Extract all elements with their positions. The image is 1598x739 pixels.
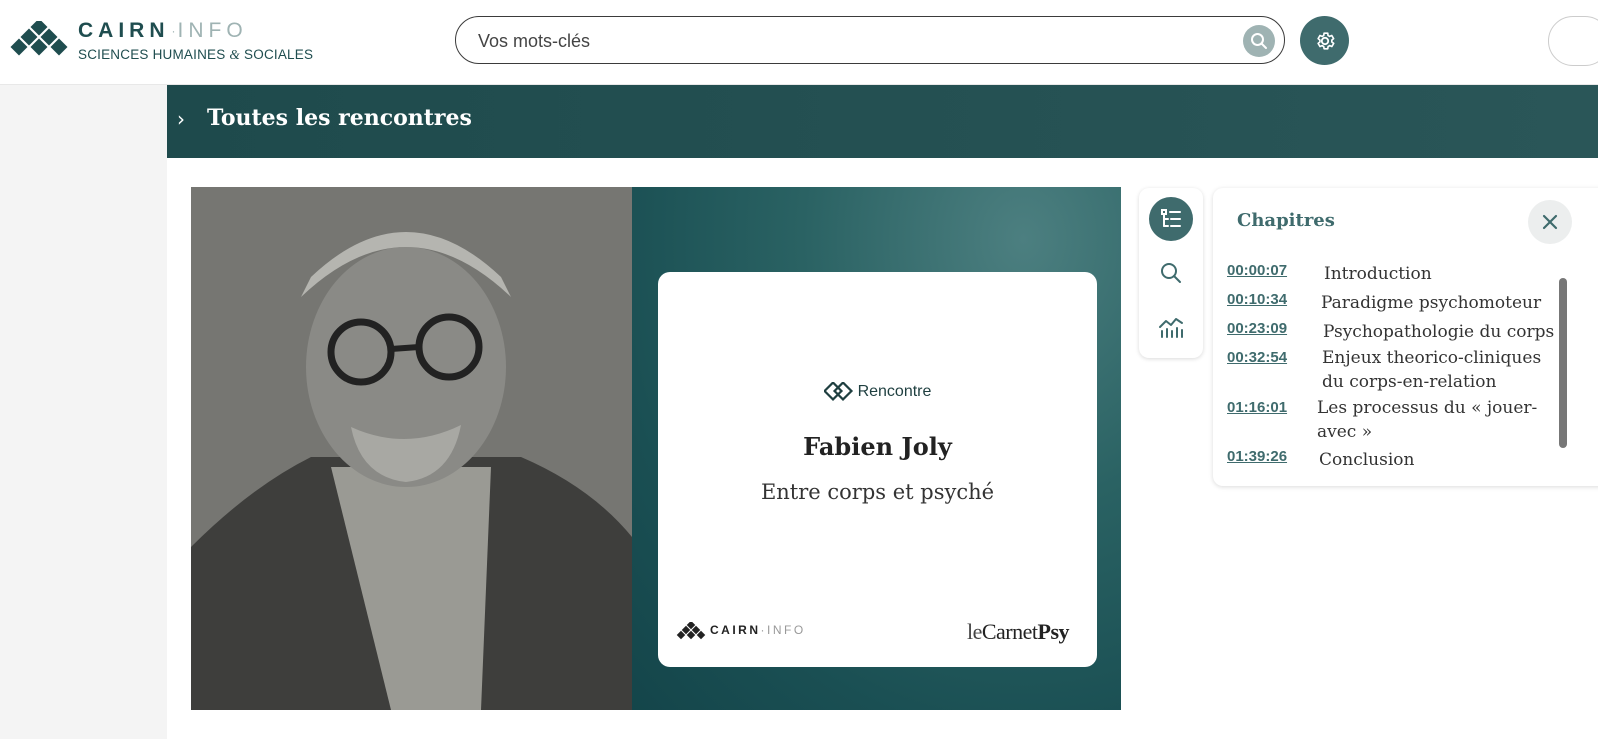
scrollbar-thumb[interactable] [1559,278,1567,448]
chapter-label: Enjeux theorico-cliniques du corps-en-re… [1322,348,1542,392]
site-header: CAIRN ·INFO SCIENCES HUMAINES & SOCIALES [0,0,1598,85]
chapter-time[interactable]: 00:00:07 [1227,262,1287,279]
episode-tag: Rencontre [658,380,1097,402]
logo-tagline: SCIENCES HUMAINES & SOCIALES [78,47,314,62]
speaker-photo [191,187,632,710]
episode-subtitle: Entre corps et psyché [760,480,995,504]
close-icon [1542,214,1558,230]
stats-icon [1159,318,1183,338]
chapter-label: Introduction [1324,264,1432,284]
settings-button[interactable] [1300,16,1349,65]
chapter-time[interactable]: 00:32:54 [1227,349,1287,366]
chapters-title: Chapitres [1237,210,1335,231]
account-button[interactable] [1548,16,1598,66]
chapter-label: Les processus du « jouer-avec » [1317,398,1538,442]
chapter-label: Psychopathologie du corps [1323,322,1555,342]
chapters-panel: Chapitres 00:00:07 Introduction 00:10:34… [1213,188,1598,486]
chapters-tab[interactable] [1149,197,1193,241]
cairn-footer-logo: CAIRN·INFO [676,620,806,640]
page-title: Toutes les rencontres [207,105,472,131]
left-gutter [0,85,167,739]
close-button[interactable] [1528,200,1572,244]
chapters-scrollbar[interactable] [1559,258,1567,470]
chapters-icon [1161,209,1181,227]
cairn-diamond-icon [10,21,68,56]
chapter-label: Paradigme psychomoteur [1321,293,1542,313]
chevron-right-icon: › [177,107,185,131]
chapter-time[interactable]: 01:16:01 [1227,399,1287,416]
logo-wordmark: CAIRN ·INFO [78,19,248,42]
stats-tab[interactable] [1149,305,1193,349]
search-tab[interactable] [1149,251,1193,295]
cairn-logo[interactable]: CAIRN ·INFO SCIENCES HUMAINES & SOCIALES [9,19,319,65]
carnetpsy-logo: leCarnetPsy [966,619,1070,644]
chapter-time[interactable]: 01:39:26 [1227,448,1287,465]
search-icon [1161,263,1181,283]
player-toolbar [1139,188,1203,358]
breadcrumb-banner[interactable]: › Toutes les rencontres [167,85,1598,158]
search-icon [1251,33,1267,49]
rencontre-icon [822,380,853,402]
search-button[interactable] [1243,25,1275,57]
chapter-label: Conclusion [1319,450,1415,470]
chapter-time[interactable]: 00:10:34 [1227,291,1287,308]
speaker-name: Fabien Joly [803,432,952,461]
gear-icon [1316,31,1335,50]
episode-card: Rencontre Fabien Joly Entre corps et psy… [658,272,1097,667]
chapter-time[interactable]: 00:23:09 [1227,320,1287,337]
search-input[interactable] [476,27,1220,55]
cairn-diamond-icon [676,620,706,640]
search-bar [455,16,1285,64]
